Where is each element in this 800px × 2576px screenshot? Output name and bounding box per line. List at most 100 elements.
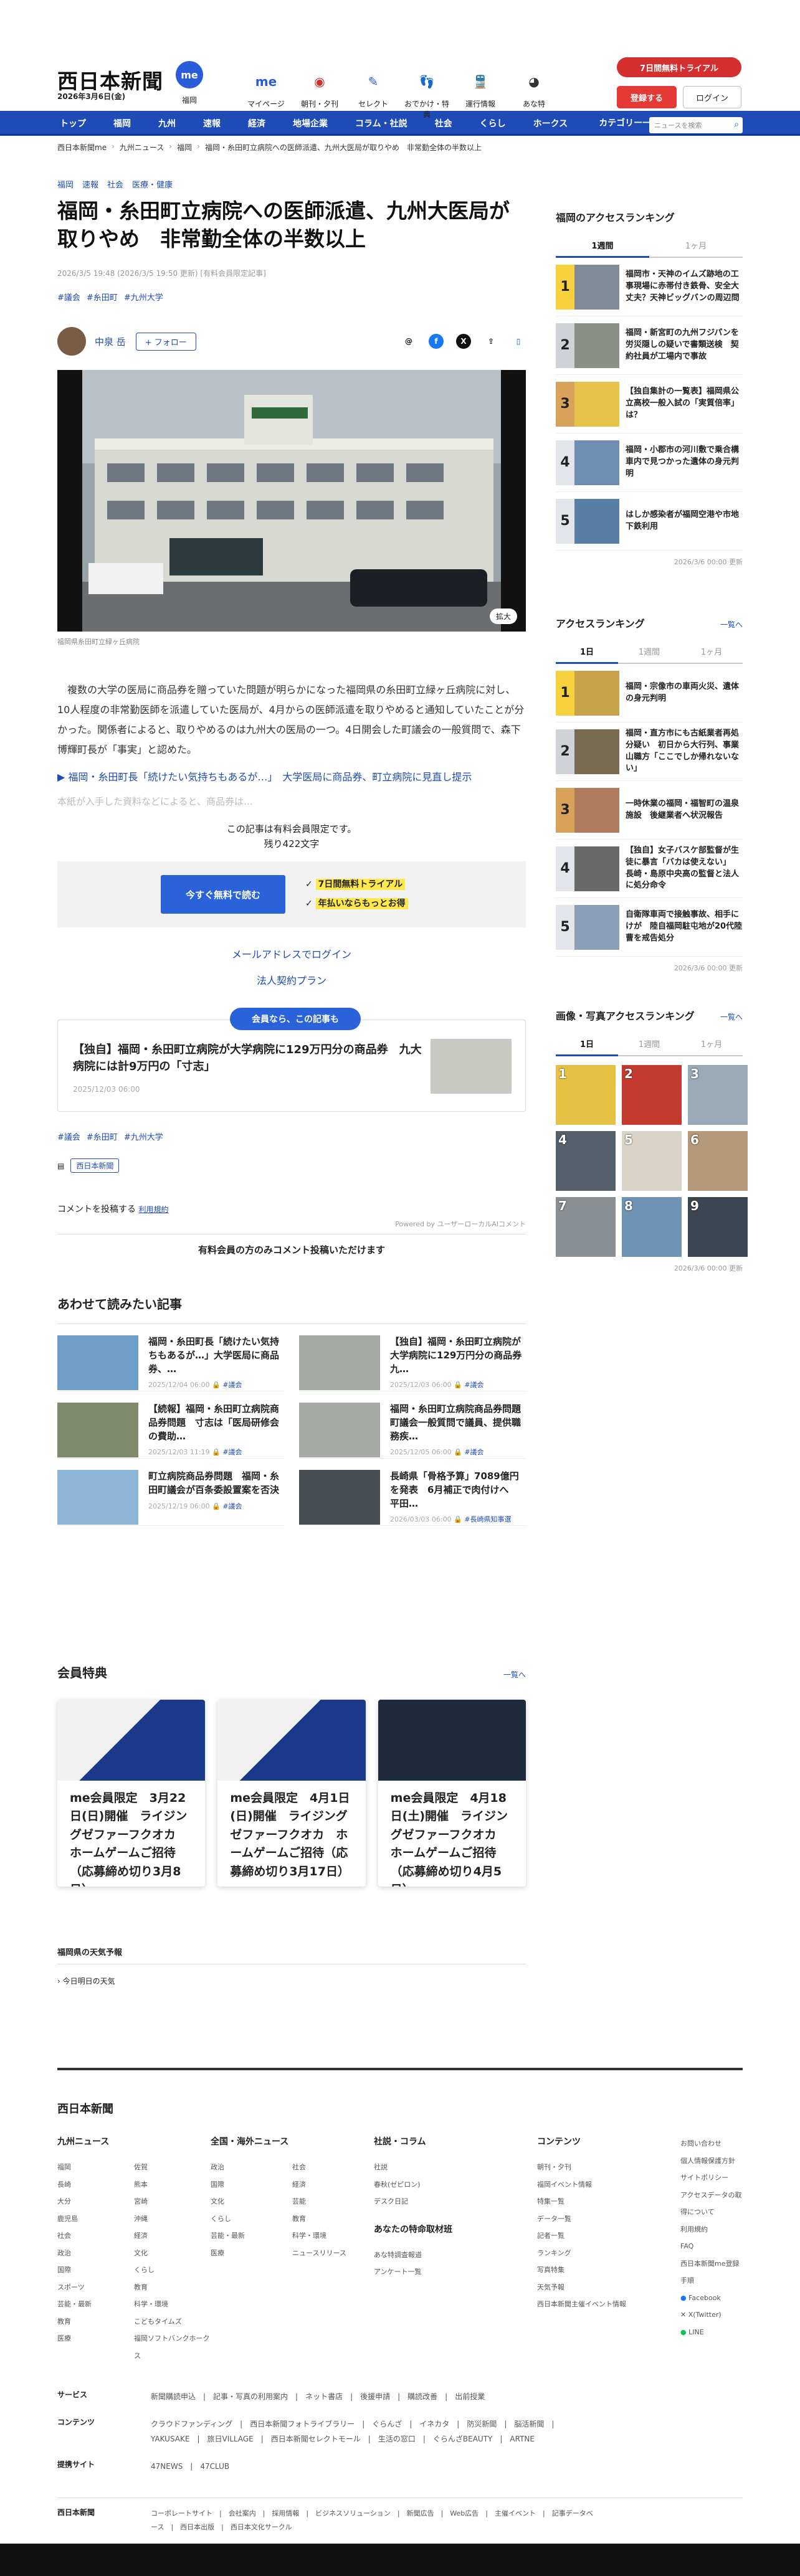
tab-1month[interactable]: 1ヶ月	[680, 1033, 743, 1055]
hashtag[interactable]: #糸田町	[87, 291, 118, 303]
article-card[interactable]: 【独自】福岡・糸田町立病院が大学病院に129万円分の商品券 九… 2025/12/…	[299, 1324, 531, 1391]
section-title: 福岡のアクセスランキング	[556, 212, 675, 224]
photo-thumb[interactable]: 9	[688, 1197, 748, 1257]
ranking-item[interactable]: 2 福岡・直方市にも古紙業者再処分疑い 初日から大行列、事業山職方「ここでしか帰れ…	[556, 722, 743, 781]
tab-1week[interactable]: 1週間	[618, 1033, 680, 1055]
line-link[interactable]: ● LINE	[680, 2324, 743, 2341]
ranking-item[interactable]: 4 福岡・小郡市の河川敷で乗合構車内で見つかった遺体の身元判明	[556, 433, 743, 492]
tab-1week[interactable]: 1週間	[618, 640, 680, 663]
mainnav-item[interactable]: 速報	[189, 111, 234, 136]
ranking-item[interactable]: 5 はしか感染者が福岡空港や市地下鉄利用	[556, 492, 743, 551]
facebook-icon[interactable]: f	[429, 334, 444, 349]
photo-thumb[interactable]: 5	[622, 1131, 682, 1191]
article-card[interactable]: 長崎県「骨格予算」7089億円を発表 6月補正で肉付けへ 平田… 2026/03/…	[299, 1459, 526, 1526]
more-link[interactable]: 一覧へ	[720, 619, 743, 630]
newspaper-icon: ◉	[314, 74, 325, 89]
newspaper-icon: ▤	[57, 1161, 65, 1170]
ranking-item[interactable]: 2 福岡・新宮町の九州フジパンを労災隠しの疑いで書類送検 契約社員が工場内で事故	[556, 316, 743, 375]
author-name[interactable]: 中泉 岳	[95, 335, 126, 348]
breadcrumb-item[interactable]: 九州ニュース	[120, 142, 164, 153]
region-label[interactable]: 福岡	[182, 95, 197, 105]
tab-1month[interactable]: 1ヶ月	[680, 640, 743, 663]
photo-thumb[interactable]: 4	[556, 1131, 616, 1191]
footer-logo[interactable]: 西日本新聞	[57, 2100, 113, 2116]
photo-thumb[interactable]: 6	[688, 1131, 748, 1191]
read-free-button[interactable]: 今すぐ無料で読む	[161, 875, 285, 914]
ranking-item[interactable]: 4 【独自】女子バスケ部監督が生徒に暴言「バカは使えない」 長崎・島原中央高の監督…	[556, 840, 743, 898]
nav-newspaper[interactable]: ◉ 朝刊・夕刊	[295, 70, 344, 120]
author-row: 中泉 岳 + フォロー @ f X ⇪ ▯	[57, 326, 526, 356]
bookmark-icon[interactable]: ▯	[511, 334, 526, 349]
comment-post: コメントを投稿する 利用規約	[57, 1205, 169, 1215]
photo-thumb[interactable]: 7	[556, 1197, 616, 1257]
ranking-item[interactable]: 1 福岡・宗像市の車両火災、遺体の身元判明	[556, 664, 743, 722]
sidebar-photo-ranking: 画像・写真アクセスランキング 一覧へ 1日 1週間 1ヶ月 1 2 3 4 5 6…	[556, 1008, 748, 1273]
article-card[interactable]: 町立病院商品券問題 福岡・糸田町議会が百条委設置案を否決 2025/12/19 0…	[57, 1459, 284, 1526]
breadcrumb-item[interactable]: 福岡	[177, 142, 192, 153]
photo-thumb[interactable]: 8	[622, 1197, 682, 1257]
nav-transit[interactable]: 🚆 運行情報	[456, 70, 505, 120]
register-button[interactable]: 登録する	[617, 86, 677, 108]
expand-button[interactable]: 拡大	[489, 608, 517, 625]
photo-thumb[interactable]: 3	[688, 1065, 748, 1125]
category-tag[interactable]: 福岡	[57, 178, 74, 190]
article-photo[interactable]: 拡大	[57, 370, 526, 632]
category-tag[interactable]: 速報	[82, 178, 98, 190]
more-link[interactable]: 一覧へ	[720, 1011, 743, 1022]
more-link[interactable]: 一覧へ	[503, 1669, 526, 1680]
nav-outing[interactable]: 👣 おでかけ・特典	[402, 70, 451, 120]
hashtag[interactable]: #議会	[57, 291, 80, 303]
benefit-card[interactable]: me会員限定 4月1日(日)開催 ライジングゼファーフクオカ ホームゲームご招待…	[217, 1700, 366, 1887]
author-avatar[interactable]	[57, 327, 86, 356]
mainnav-item[interactable]: 福岡	[100, 111, 145, 136]
benefit-card[interactable]: me会員限定 3月22日(日)開催 ライジングゼファーフクオカ ホームゲームご招…	[57, 1700, 206, 1887]
threads-icon[interactable]: @	[401, 334, 416, 349]
facebook-link[interactable]: ● Facebook	[680, 2290, 743, 2307]
article-card[interactable]: 福岡・糸田町立病院商品券問題 町議会一般質問で議員、提供職務疾… 2025/12/…	[299, 1391, 530, 1459]
photo-thumb[interactable]: 1	[556, 1065, 616, 1125]
hashtag[interactable]: #糸田町	[87, 1130, 118, 1142]
ranking-item[interactable]: 3 【独自集計の一覧表】福岡県公立高校一般入試の「実質倍率」は？	[556, 375, 743, 433]
mainnav-item[interactable]: トップ	[57, 111, 100, 136]
related-link[interactable]: ▶ 福岡・糸田町長「続けたい気持ちもあるが…」 大学医局に商品券、町立病院に見直…	[57, 769, 526, 784]
member-article-title: 【独自】福岡・糸田町立病院が大学病院に129万円分の商品券 九大病院には計9万円…	[73, 1043, 422, 1074]
terms-link[interactable]: 利用規約	[138, 1205, 168, 1214]
x-icon[interactable]: X	[456, 334, 471, 349]
x-link[interactable]: ✕ X(Twitter)	[680, 2306, 743, 2324]
member-article-card[interactable]: 会員なら、この記事も 【独自】福岡・糸田町立病院が大学病院に129万円分の商品券…	[57, 1008, 526, 1112]
photo-thumb[interactable]: 2	[622, 1065, 682, 1125]
nav-anatoku[interactable]: ◕ あな特	[510, 70, 558, 120]
hashtag[interactable]: #九州大学	[124, 291, 163, 303]
article-card[interactable]: 福岡・糸田町長「続けたい気持ちもあるが…」大学医局に商品券、… 2025/12/0…	[57, 1324, 284, 1391]
hashtag[interactable]: #議会	[57, 1130, 80, 1142]
tab-1day[interactable]: 1日	[556, 1033, 618, 1056]
ranking-item[interactable]: 5 自衛隊車両で接触事故、相手にけが 陸自福岡駐屯地が20代陸曹を戒告処分	[556, 898, 743, 957]
site-logo[interactable]: 西日本新聞	[57, 65, 163, 95]
me-logo-badge[interactable]: me	[176, 61, 203, 88]
ranking-item[interactable]: 3 一時休業の福岡・福智町の温泉施設 後継業者へ状況報告	[556, 781, 743, 840]
share-icon[interactable]: ⇪	[483, 334, 498, 349]
breadcrumb-item[interactable]: 西日本新聞me	[57, 142, 107, 153]
weather-tab[interactable]: › 今日明日の天気	[57, 1976, 526, 1986]
ranking-item[interactable]: 1 福岡市・天神のイムズ跡地の工事現場に赤帯付き鉄骨、安全大丈夫？天神ビッグバンの…	[556, 258, 743, 316]
search-icon[interactable]: ⌕	[734, 120, 739, 130]
corporate-plan-link[interactable]: 法人契約プラン	[57, 972, 526, 987]
hashtag[interactable]: #九州大学	[124, 1130, 163, 1142]
category-tag[interactable]: 社会	[107, 178, 123, 190]
tab-1month[interactable]: 1ヶ月	[649, 234, 743, 257]
tab-1week[interactable]: 1週間	[556, 234, 649, 258]
follow-button[interactable]: + フォロー	[135, 332, 196, 351]
nav-select[interactable]: ✎ セレクト	[349, 70, 398, 120]
email-login-link[interactable]: メールアドレスでログイン	[57, 946, 526, 961]
login-button[interactable]: ログイン	[683, 86, 741, 108]
category-tag[interactable]: 医療・健康	[132, 178, 173, 190]
article-card[interactable]: 【続報】福岡・糸田町立病院商品券問題 寸志は「医局研修会の費助… 2025/12/…	[57, 1391, 284, 1459]
search-input[interactable]: ニュースを検索 ⌕	[649, 117, 743, 133]
trial-button[interactable]: 7日間無料トライアル	[617, 57, 741, 77]
nav-mypage[interactable]: me マイページ	[242, 70, 290, 120]
more-articles: あわせて読みたい記事 福岡・糸田町長「続けたい気持ちもあるが…」大学医局に商品券…	[57, 1294, 531, 1526]
tab-1day[interactable]: 1日	[556, 640, 618, 664]
benefit-card[interactable]: me会員限定 4月18日(土)開催 ライジングゼファーフクオカ ホームゲームご招…	[378, 1700, 526, 1887]
line-icon: ●	[680, 2327, 687, 2336]
mainnav-item[interactable]: 九州	[145, 111, 189, 136]
